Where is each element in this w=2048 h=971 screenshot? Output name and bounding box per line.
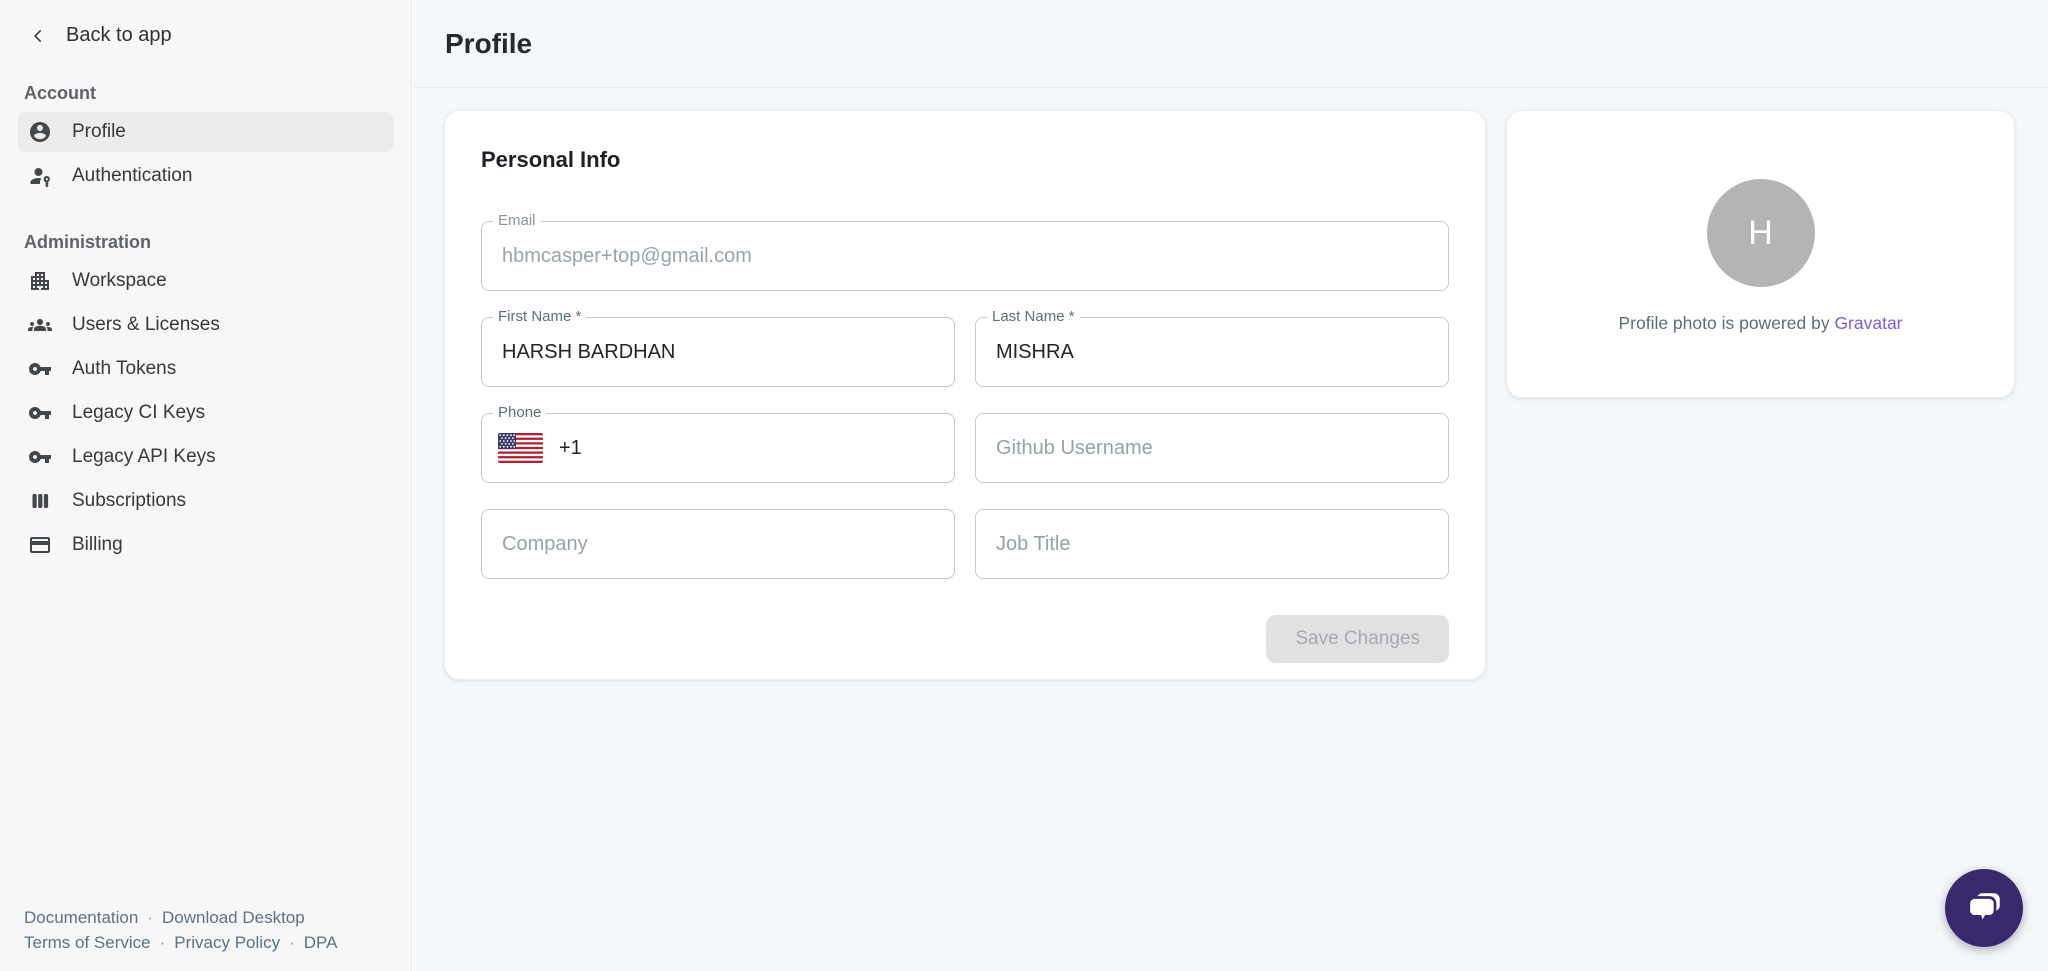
company-input[interactable]	[482, 510, 954, 578]
first-name-input[interactable]	[482, 318, 954, 386]
person-key-icon	[28, 164, 52, 188]
sidebar-item-legacy-ci-keys[interactable]: Legacy CI Keys	[18, 393, 394, 433]
key-icon	[28, 401, 52, 425]
save-changes-button: Save Changes	[1266, 615, 1449, 663]
sidebar-item-label: Legacy API Keys	[72, 446, 216, 468]
personal-info-card: Personal Info Email First Name * Last Na…	[444, 110, 1486, 680]
sidebar-item-auth-tokens[interactable]: Auth Tokens	[18, 349, 394, 389]
sidebar-item-authentication[interactable]: Authentication	[18, 156, 394, 196]
sidebar-footer: Documentation · Download Desktop Terms of …	[24, 905, 337, 955]
footer-link-documentation[interactable]: Documentation	[24, 908, 138, 927]
main-header: Profile	[413, 0, 2048, 88]
last-name-field: Last Name *	[975, 317, 1449, 387]
sidebar: Back to app Account Profile Authenticati…	[0, 0, 412, 971]
phone-dial-code[interactable]: +1	[559, 437, 582, 460]
last-name-input[interactable]	[976, 318, 1448, 386]
sidebar-item-profile[interactable]: Profile	[18, 112, 394, 152]
app-root: Back to app Account Profile Authenticati…	[0, 0, 2048, 971]
company-field	[481, 509, 955, 579]
first-name-field: First Name *	[481, 317, 955, 387]
us-flag-icon[interactable]	[498, 433, 543, 463]
email-input	[482, 222, 1448, 290]
back-to-app-label: Back to app	[66, 24, 172, 47]
key-icon	[28, 445, 52, 469]
avatar-initial: H	[1748, 214, 1773, 253]
phone-label: Phone	[493, 404, 546, 421]
main-content: Personal Info Email First Name * Last Na…	[413, 88, 2048, 971]
sidebar-item-billing[interactable]: Billing	[18, 525, 394, 565]
email-field: Email	[481, 221, 1449, 291]
sidebar-item-users-licenses[interactable]: Users & Licenses	[18, 305, 394, 345]
sidebar-item-label: Users & Licenses	[72, 314, 220, 336]
job-title-field	[975, 509, 1449, 579]
footer-separator: ·	[289, 933, 295, 952]
chat-bubbles-icon	[1963, 886, 2005, 930]
footer-link-privacy-policy[interactable]: Privacy Policy	[174, 933, 280, 952]
footer-separator: ·	[160, 933, 166, 952]
building-icon	[28, 269, 52, 293]
credit-card-icon	[28, 533, 52, 557]
gravatar-caption: Profile photo is powered by Gravatar	[1618, 313, 1902, 334]
footer-link-terms-of-service[interactable]: Terms of Service	[24, 933, 151, 952]
sidebar-item-workspace[interactable]: Workspace	[18, 261, 394, 301]
bars-icon	[28, 489, 52, 513]
sidebar-item-subscriptions[interactable]: Subscriptions	[18, 481, 394, 521]
job-title-input[interactable]	[976, 510, 1448, 578]
sidebar-section-administration: Administration	[24, 232, 387, 253]
sidebar-item-label: Authentication	[72, 165, 192, 187]
sidebar-section-account: Account	[24, 83, 387, 104]
github-username-field	[975, 413, 1449, 483]
sidebar-item-label: Auth Tokens	[72, 358, 176, 380]
chat-widget-button[interactable]	[1945, 869, 2023, 947]
phone-field[interactable]: Phone	[481, 413, 955, 483]
footer-link-dpa[interactable]: DPA	[304, 933, 338, 952]
sidebar-item-label: Profile	[72, 121, 126, 143]
sidebar-item-label: Legacy CI Keys	[72, 402, 205, 424]
sidebar-item-label: Billing	[72, 534, 123, 556]
page-title: Profile	[445, 28, 532, 60]
footer-link-download-desktop[interactable]: Download Desktop	[162, 908, 305, 927]
sidebar-item-label: Subscriptions	[72, 490, 186, 512]
gravatar-card: H Profile photo is powered by Gravatar	[1506, 110, 2015, 398]
main-area: Profile Personal Info Email First Name *…	[413, 0, 2048, 971]
gravatar-link[interactable]: Gravatar	[1834, 313, 1902, 333]
account-circle-icon	[28, 120, 52, 144]
avatar: H	[1707, 179, 1815, 287]
personal-info-title: Personal Info	[481, 147, 1449, 173]
chevron-left-icon	[28, 26, 48, 46]
sidebar-item-legacy-api-keys[interactable]: Legacy API Keys	[18, 437, 394, 477]
github-username-input[interactable]	[976, 414, 1448, 482]
gravatar-caption-text: Profile photo is powered by	[1618, 313, 1829, 333]
back-to-app-button[interactable]: Back to app	[28, 24, 411, 47]
key-icon	[28, 357, 52, 381]
footer-separator: ·	[147, 908, 153, 927]
groups-icon	[28, 313, 52, 337]
sidebar-item-label: Workspace	[72, 270, 167, 292]
